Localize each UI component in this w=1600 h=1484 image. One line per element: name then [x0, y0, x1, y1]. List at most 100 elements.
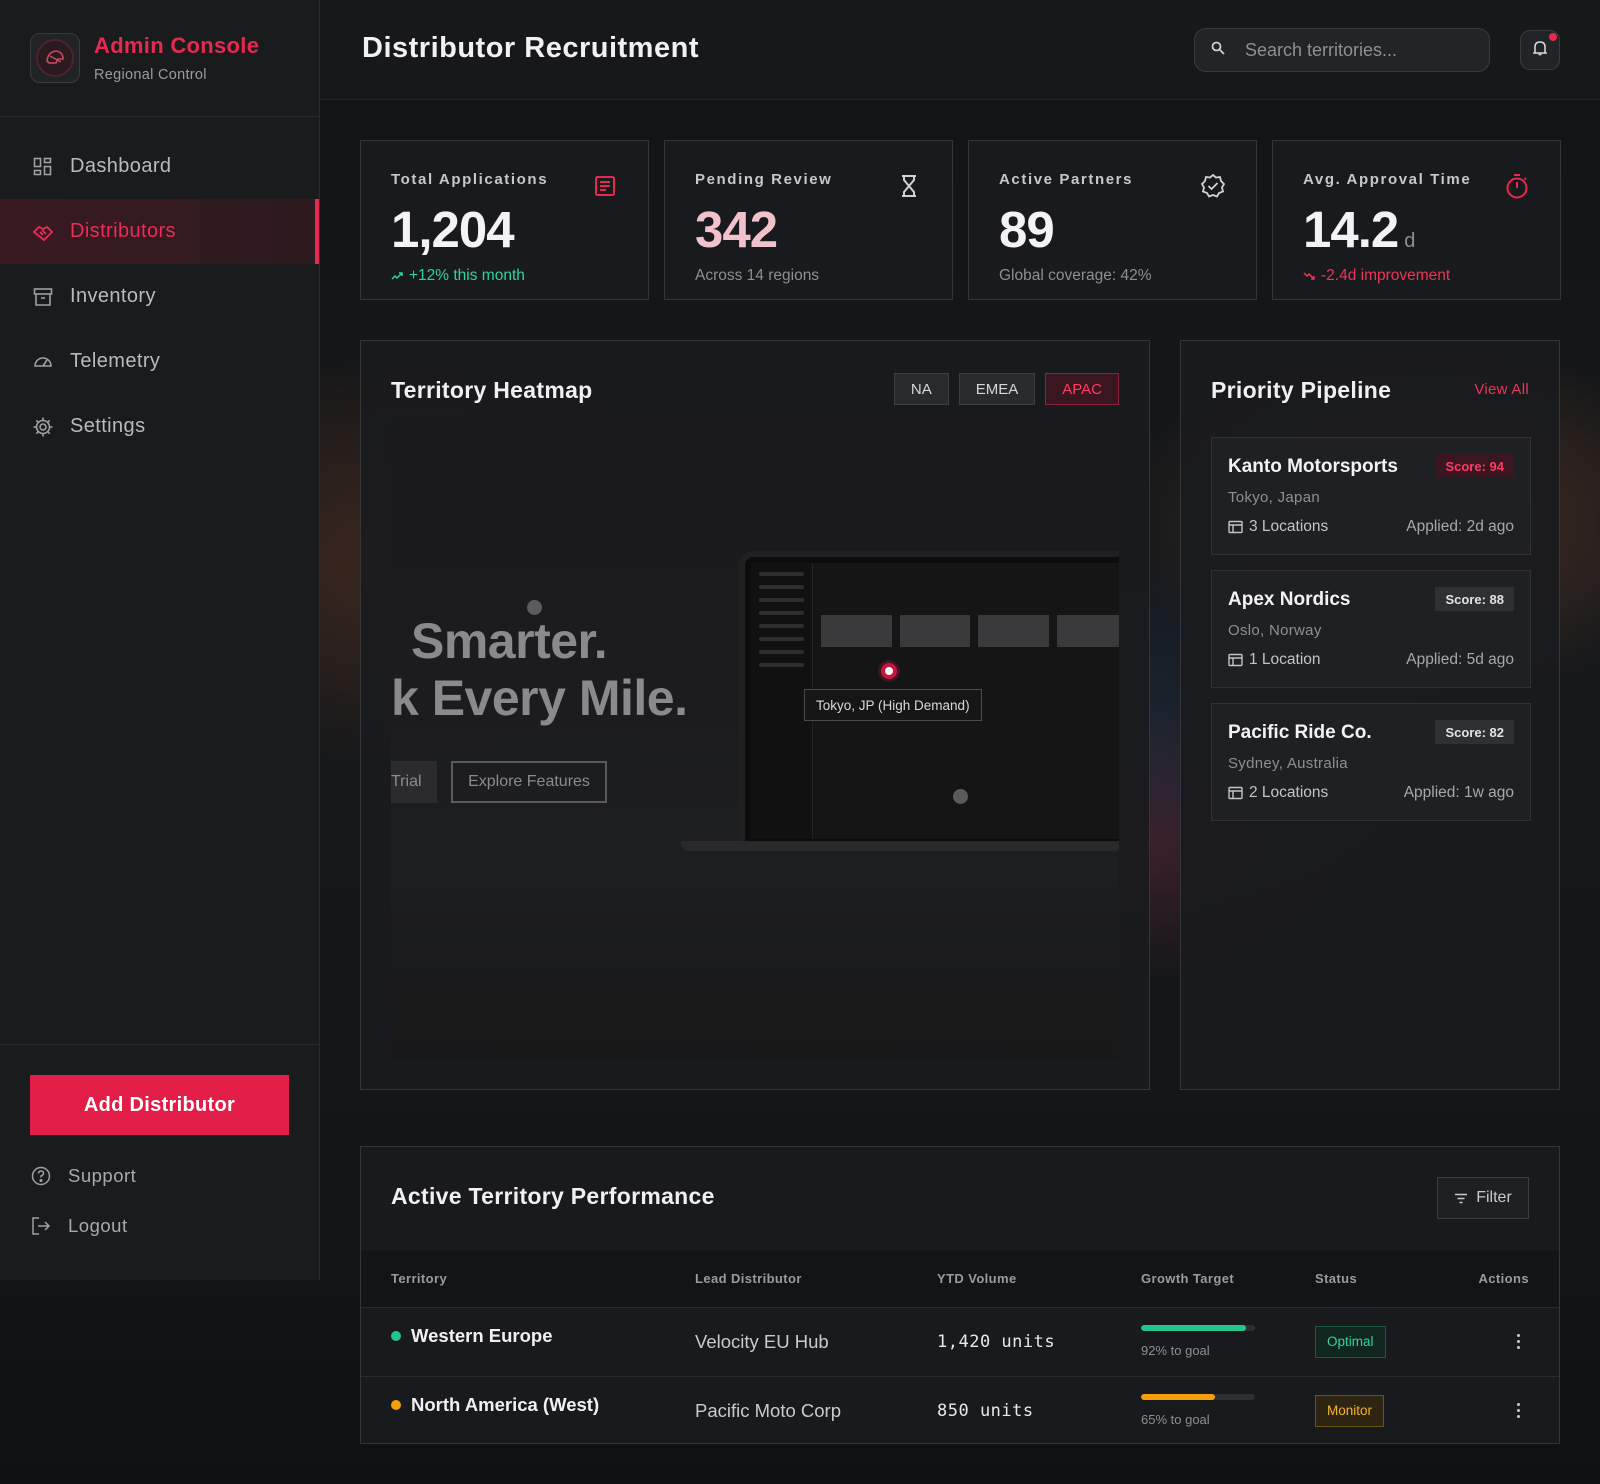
- pipeline-item[interactable]: Kanto Motorsports Tokyo, Japan Score: 94…: [1211, 437, 1531, 555]
- more-actions-icon[interactable]: [1513, 1334, 1523, 1349]
- filter-icon: [1454, 1193, 1468, 1204]
- support-link[interactable]: Support: [30, 1165, 289, 1187]
- sidebar-item-label: Distributors: [70, 220, 176, 242]
- stat-footnote: Across 14 regions: [695, 267, 820, 284]
- search-icon: [1211, 41, 1225, 60]
- handshake-icon: [32, 221, 54, 243]
- map-pin-tokyo[interactable]: [881, 663, 897, 679]
- sidebar-item-dashboard[interactable]: Dashboard: [0, 134, 319, 199]
- applied-date: Applied: 2d ago: [1406, 518, 1514, 535]
- brand-title: Admin Console: [94, 33, 260, 58]
- brand: Admin Console Regional Control: [0, 0, 319, 117]
- column-header[interactable]: YTD Volume: [937, 1251, 1141, 1307]
- progress-label: 92% to goal: [1141, 1343, 1210, 1358]
- search-input[interactable]: [1245, 39, 1475, 61]
- laptop-base: [681, 841, 1119, 851]
- stat-card-active-partners: Active Partners 89 Global coverage: 42%: [968, 140, 1257, 300]
- stat-value: 1,204: [391, 201, 515, 258]
- progress-bar: [1141, 1325, 1255, 1331]
- tab-na[interactable]: NA: [893, 373, 949, 405]
- growth-target-cell: 65% to goal: [1141, 1376, 1315, 1445]
- table-row[interactable]: North America (West) Pacific Moto Corp 8…: [361, 1376, 1559, 1445]
- status-badge: Optimal: [1315, 1325, 1386, 1358]
- logout-label: Logout: [68, 1215, 128, 1236]
- store-icon: [1228, 520, 1243, 534]
- stat-card-avg-approval-time: Avg. Approval Time 14.2 d -2.4d improveme…: [1272, 140, 1561, 300]
- gauge-icon: [32, 351, 54, 373]
- tab-emea[interactable]: EMEA: [958, 373, 1036, 405]
- locations-count: 1 Location: [1228, 651, 1321, 669]
- applied-date: Applied: 1w ago: [1403, 784, 1514, 801]
- progress-bar: [1141, 1394, 1255, 1401]
- sidebar-item-telemetry[interactable]: Telemetry: [0, 329, 319, 394]
- sidebar-item-label: Dashboard: [70, 155, 172, 177]
- column-header[interactable]: Growth Target: [1141, 1251, 1315, 1307]
- column-header[interactable]: Status: [1315, 1251, 1465, 1307]
- stat-label: Avg. Approval Time: [1303, 171, 1472, 188]
- table-row[interactable]: Western Europe Velocity EU Hub 1,420 uni…: [361, 1307, 1559, 1376]
- score-badge: Score: 82: [1435, 720, 1514, 744]
- tab-apac[interactable]: APAC: [1045, 373, 1119, 405]
- progress-label: 65% to goal: [1141, 1412, 1210, 1428]
- view-all-link[interactable]: View All: [1474, 381, 1529, 398]
- add-distributor-button[interactable]: Add Distributor: [30, 1075, 289, 1135]
- sidebar-footer: Add Distributor Support Logout: [0, 1044, 319, 1237]
- notification-badge: [1549, 33, 1557, 41]
- stat-card-pending-review: Pending Review 342 Across 14 regions: [664, 140, 953, 300]
- brand-logo[interactable]: [30, 33, 80, 83]
- sidebar-item-label: Settings: [70, 415, 146, 437]
- column-header[interactable]: Lead Distributor: [695, 1251, 937, 1307]
- column-header: Actions: [1478, 1271, 1529, 1287]
- stopwatch-icon: [1504, 173, 1530, 199]
- ytd-volume-cell: 850 units: [937, 1400, 1034, 1421]
- status-badge: Monitor: [1315, 1394, 1385, 1427]
- logout-link[interactable]: Logout: [30, 1215, 289, 1237]
- notifications-button[interactable]: [1520, 30, 1560, 70]
- distributor-location: Oslo, Norway: [1228, 622, 1322, 639]
- search-box[interactable]: [1194, 28, 1490, 72]
- verified-badge-icon: [1200, 173, 1226, 199]
- table-header-row: Territory Lead Distributor YTD Volume Gr…: [361, 1251, 1559, 1307]
- territory-cell: Western Europe: [391, 1325, 695, 1347]
- distributor-location: Tokyo, Japan: [1228, 489, 1320, 506]
- sidebar-item-settings[interactable]: Settings: [0, 394, 319, 459]
- sidebar-item-inventory[interactable]: Inventory: [0, 264, 319, 329]
- status-dot: [391, 1399, 401, 1410]
- status-dot: [391, 1330, 401, 1341]
- hourglass-icon: [896, 173, 922, 199]
- sidebar-item-distributors[interactable]: Distributors: [0, 199, 319, 264]
- stat-unit: d: [1404, 230, 1416, 252]
- archive-box-icon: [32, 286, 54, 308]
- lead-distributor-cell: Velocity EU Hub: [695, 1330, 829, 1352]
- score-badge: Score: 88: [1435, 587, 1514, 611]
- trend-down-icon: [1303, 271, 1315, 281]
- logout-icon: [30, 1215, 52, 1237]
- distributor-location: Sydney, Australia: [1228, 755, 1348, 772]
- filter-button[interactable]: Filter: [1437, 1177, 1529, 1219]
- pipeline-item[interactable]: Apex Nordics Oslo, Norway Score: 88 1 Lo…: [1211, 570, 1531, 688]
- sidebar-nav: Dashboard Distributors Inventory Telemet…: [0, 134, 319, 459]
- pipeline-item[interactable]: Pacific Ride Co. Sydney, Australia Score…: [1211, 703, 1531, 821]
- territory-cell: North America (West): [391, 1394, 695, 1416]
- stat-label: Active Partners: [999, 171, 1134, 188]
- priority-pipeline-panel: Priority Pipeline View All Kanto Motorsp…: [1180, 340, 1560, 1090]
- stat-value: 14.2 d: [1303, 201, 1416, 258]
- column-header[interactable]: Territory: [361, 1251, 695, 1307]
- locations-count: 3 Locations: [1228, 518, 1328, 536]
- growth-target-cell: 92% to goal: [1141, 1307, 1315, 1376]
- gear-icon: [32, 416, 54, 438]
- helmet-logo-icon: [36, 39, 74, 77]
- document-icon: [592, 173, 618, 199]
- sidebar-item-label: Telemetry: [70, 350, 161, 372]
- locations-count: 2 Locations: [1228, 784, 1328, 802]
- ytd-volume-cell: 1,420 units: [937, 1331, 1056, 1352]
- more-actions-icon[interactable]: [1513, 1403, 1523, 1419]
- heatmap-title: Territory Heatmap: [391, 377, 593, 403]
- heatmap-map[interactable]: Smarter. k Every Mile. Trial Explore Fea…: [391, 423, 1119, 1059]
- brand-subtitle: Regional Control: [94, 67, 207, 83]
- help-circle-icon: [30, 1165, 52, 1187]
- map-marker[interactable]: [953, 789, 968, 804]
- hero-trial-button: Trial: [391, 761, 437, 803]
- lead-distributor-cell: Pacific Moto Corp: [695, 1399, 841, 1421]
- stat-trend: +12% this month: [391, 267, 618, 285]
